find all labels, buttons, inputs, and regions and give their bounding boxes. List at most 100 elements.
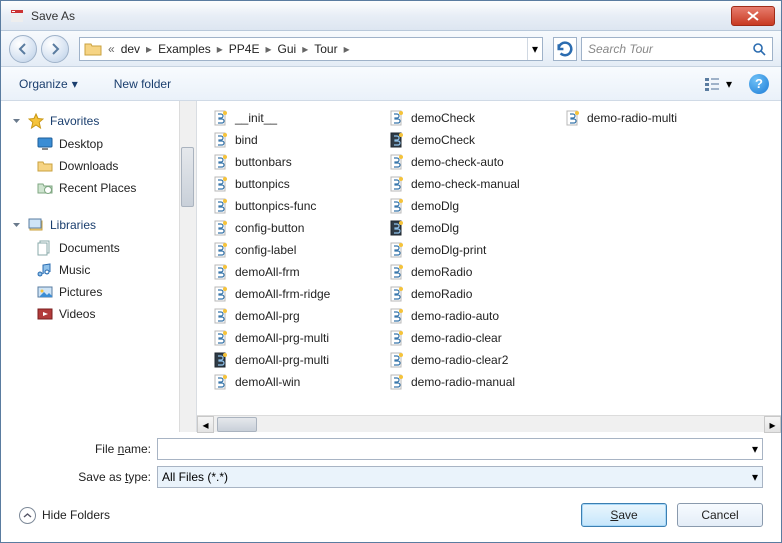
scrollbar-thumb[interactable] — [217, 417, 257, 432]
cancel-button[interactable]: Cancel — [677, 503, 763, 527]
libraries-header[interactable]: Libraries — [1, 213, 196, 237]
python-file-icon — [213, 110, 229, 126]
file-item[interactable]: demoDlg-print — [387, 239, 563, 261]
sidebar-item-recent[interactable]: Recent Places — [1, 177, 196, 199]
chevron-down-icon[interactable]: ▾ — [752, 470, 758, 484]
chevron-right-icon[interactable]: ▸ — [342, 42, 352, 56]
python-file-icon — [213, 132, 229, 148]
file-item[interactable]: demoCheck — [387, 107, 563, 129]
sidebar-item-downloads[interactable]: Downloads — [1, 155, 196, 177]
file-item[interactable]: demo-check-auto — [387, 151, 563, 173]
file-item[interactable]: demoAll-win — [211, 371, 387, 393]
filetype-select[interactable]: All Files (*.*) ▾ — [157, 466, 763, 488]
file-item[interactable]: demoDlg — [387, 195, 563, 217]
python-file-icon — [213, 286, 229, 302]
python-file-icon — [213, 308, 229, 324]
file-item[interactable]: demoDlg — [387, 217, 563, 239]
refresh-button[interactable] — [553, 37, 577, 61]
filename-row: File name: ▾ — [1, 432, 781, 460]
organize-label: Organize — [19, 77, 68, 91]
breadcrumb[interactable]: dev — [117, 38, 144, 60]
file-item[interactable]: demo-radio-manual — [387, 371, 563, 393]
view-mode-button[interactable]: ▾ — [699, 73, 737, 95]
scroll-right-button[interactable]: ▸ — [764, 416, 781, 433]
file-item[interactable]: demoAll-prg-multi — [211, 327, 387, 349]
file-name: demoAll-win — [235, 375, 300, 389]
file-item[interactable]: buttonpics — [211, 173, 387, 195]
file-item[interactable]: __init__ — [211, 107, 387, 129]
file-item[interactable]: demo-radio-multi — [563, 107, 739, 129]
documents-icon — [37, 240, 53, 256]
search-input[interactable]: Search Tour — [581, 37, 773, 61]
navbar: « dev ▸ Examples ▸ PP4E ▸ Gui ▸ Tour ▸ ▾… — [1, 31, 781, 67]
breadcrumb[interactable]: Examples — [154, 38, 215, 60]
python-file-icon — [389, 132, 405, 148]
body: Favorites Desktop Downloads Recent Place… — [1, 101, 781, 432]
scrollbar-thumb[interactable] — [181, 147, 194, 207]
file-name: demoRadio — [411, 265, 472, 279]
sidebar-item-label: Pictures — [59, 285, 102, 299]
file-item[interactable]: demoRadio — [387, 261, 563, 283]
breadcrumb[interactable]: Gui — [274, 38, 301, 60]
horizontal-scrollbar[interactable]: ◂ ▸ — [197, 415, 781, 432]
chevron-right-icon[interactable]: ▸ — [300, 42, 310, 56]
new-folder-button[interactable]: New folder — [108, 73, 177, 95]
file-item[interactable]: demoAll-frm — [211, 261, 387, 283]
file-item[interactable]: demoAll-prg — [211, 305, 387, 327]
sidebar-item-desktop[interactable]: Desktop — [1, 133, 196, 155]
file-name: demo-radio-manual — [411, 375, 515, 389]
file-item[interactable]: config-label — [211, 239, 387, 261]
close-button[interactable] — [731, 6, 775, 26]
python-file-icon — [389, 352, 405, 368]
file-list[interactable]: __init__bindbuttonbarsbuttonpicsbuttonpi… — [197, 101, 781, 415]
forward-button[interactable] — [41, 35, 69, 63]
sidebar-item-music[interactable]: Music — [1, 259, 196, 281]
file-item[interactable]: config-button — [211, 217, 387, 239]
sidebar-item-documents[interactable]: Documents — [1, 237, 196, 259]
python-file-icon — [213, 352, 229, 368]
chevron-right-icon[interactable]: ▸ — [215, 42, 225, 56]
file-item[interactable]: demoAll-prg-multi — [211, 349, 387, 371]
save-button[interactable]: Save — [581, 503, 667, 527]
chevron-right-icon[interactable]: ▸ — [263, 42, 273, 56]
file-item[interactable]: demo-radio-auto — [387, 305, 563, 327]
scroll-left-button[interactable]: ◂ — [197, 416, 214, 433]
file-item[interactable]: bind — [211, 129, 387, 151]
breadcrumb[interactable]: Tour — [310, 38, 341, 60]
breadcrumb[interactable]: PP4E — [225, 38, 264, 60]
file-name: demoAll-prg — [235, 309, 300, 323]
file-item[interactable]: demoCheck — [387, 129, 563, 151]
python-file-icon — [213, 330, 229, 346]
back-button[interactable] — [9, 35, 37, 63]
filename-label: File name: — [51, 442, 151, 456]
file-item[interactable]: demoAll-frm-ridge — [211, 283, 387, 305]
hide-folders-button[interactable]: Hide Folders — [19, 507, 110, 524]
favorites-header[interactable]: Favorites — [1, 109, 196, 133]
file-name: demoDlg — [411, 199, 459, 213]
python-file-icon — [565, 110, 581, 126]
address-dropdown[interactable]: ▾ — [527, 38, 542, 60]
organize-button[interactable]: Organize ▾ — [13, 73, 84, 95]
toolbar: Organize ▾ New folder ▾ ? — [1, 67, 781, 101]
file-item[interactable]: demo-radio-clear2 — [387, 349, 563, 371]
file-item[interactable]: buttonbars — [211, 151, 387, 173]
filename-input[interactable]: ▾ — [157, 438, 763, 460]
sidebar-item-pictures[interactable]: Pictures — [1, 281, 196, 303]
sidebar-item-videos[interactable]: Videos — [1, 303, 196, 325]
file-item[interactable]: buttonpics-func — [211, 195, 387, 217]
python-file-icon — [389, 308, 405, 324]
chevron-right-icon[interactable]: ▸ — [144, 42, 154, 56]
libraries-icon — [28, 217, 44, 233]
chevron-right-icon[interactable]: « — [106, 42, 117, 56]
python-file-icon — [213, 264, 229, 280]
file-item[interactable]: demo-check-manual — [387, 173, 563, 195]
file-item[interactable]: demo-radio-clear — [387, 327, 563, 349]
file-item[interactable]: demoRadio — [387, 283, 563, 305]
address-bar[interactable]: « dev ▸ Examples ▸ PP4E ▸ Gui ▸ Tour ▸ ▾ — [79, 37, 543, 61]
help-button[interactable]: ? — [749, 74, 769, 94]
python-file-icon — [389, 176, 405, 192]
music-icon — [37, 262, 53, 278]
file-name: demo-radio-multi — [587, 111, 677, 125]
chevron-down-icon[interactable]: ▾ — [752, 442, 758, 456]
file-name: demo-radio-auto — [411, 309, 499, 323]
